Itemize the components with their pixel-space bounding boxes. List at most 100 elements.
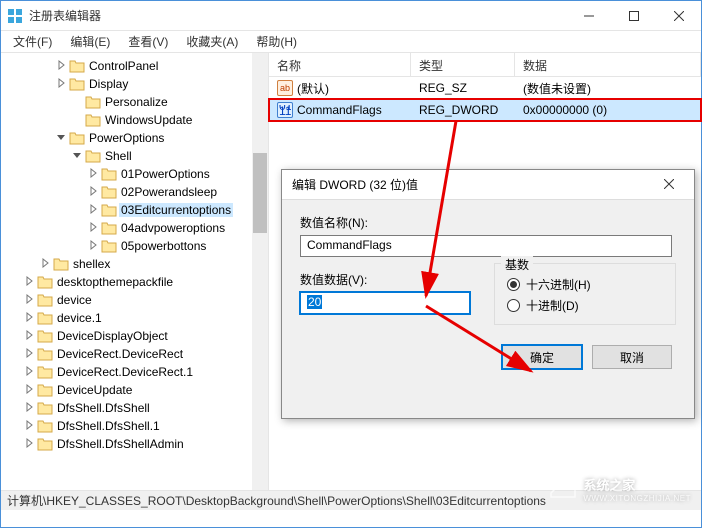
value-name-input[interactable]: CommandFlags: [300, 235, 672, 257]
menu-view[interactable]: 查看(V): [120, 31, 176, 52]
tree-item[interactable]: PowerOptions: [5, 129, 268, 147]
tree-item[interactable]: ControlPanel: [5, 57, 268, 75]
minimize-icon: [584, 11, 594, 21]
tree-item-label: 03Editcurrentoptions: [119, 203, 233, 217]
tree-item-label: Shell: [103, 149, 134, 163]
menu-edit[interactable]: 编辑(E): [62, 31, 118, 52]
radio-hex[interactable]: [507, 278, 520, 291]
tree-item[interactable]: DeviceRect.DeviceRect: [5, 345, 268, 363]
menu-file[interactable]: 文件(F): [5, 31, 60, 52]
tree-item[interactable]: Shell: [5, 147, 268, 165]
maximize-button[interactable]: [611, 1, 656, 31]
list-row[interactable]: 011110CommandFlagsREG_DWORD0x00000000 (0…: [269, 99, 701, 121]
tree-item-label: DeviceUpdate: [55, 383, 134, 397]
tree-item[interactable]: DeviceDisplayObject: [5, 327, 268, 345]
folder-icon: [37, 329, 53, 343]
minimize-button[interactable]: [566, 1, 611, 31]
value-data-input[interactable]: 20: [300, 292, 470, 314]
list-header: 名称 类型 数据: [269, 53, 701, 77]
tree-item[interactable]: WindowsUpdate: [5, 111, 268, 129]
tree-toggle-icon[interactable]: [21, 438, 37, 451]
tree-toggle-icon[interactable]: [21, 402, 37, 415]
tree-item[interactable]: DfsShell.DfsShell: [5, 399, 268, 417]
tree-item[interactable]: device: [5, 291, 268, 309]
folder-icon: [101, 185, 117, 199]
tree-item[interactable]: 05powerbottons: [5, 237, 268, 255]
tree-item-label: 02Powerandsleep: [119, 185, 219, 199]
tree-scrollbar[interactable]: [252, 53, 268, 490]
tree-item[interactable]: 01PowerOptions: [5, 165, 268, 183]
radio-hex-label: 十六进制(H): [526, 276, 591, 293]
value-list[interactable]: ab(默认)REG_SZ(数值未设置)011110CommandFlagsREG…: [269, 77, 701, 121]
tree-item[interactable]: DfsShell.DfsShell.1: [5, 417, 268, 435]
tree-toggle-icon[interactable]: [85, 204, 101, 217]
menu-help[interactable]: 帮助(H): [248, 31, 305, 52]
value-data: (数值未设置): [523, 80, 591, 97]
folder-icon: [101, 221, 117, 235]
folder-icon: [53, 257, 69, 271]
radio-dec[interactable]: [507, 299, 520, 312]
folder-icon: [69, 59, 85, 73]
cancel-button[interactable]: 取消: [592, 345, 672, 369]
ok-button[interactable]: 确定: [502, 345, 582, 369]
tree-item[interactable]: desktopthemepackfile: [5, 273, 268, 291]
tree-toggle-icon[interactable]: [21, 384, 37, 397]
tree-item[interactable]: DfsShell.DfsShellAdmin: [5, 435, 268, 453]
radio-dec-label: 十进制(D): [526, 297, 579, 314]
menu-favorites[interactable]: 收藏夹(A): [178, 31, 246, 52]
tree-toggle-icon[interactable]: [85, 186, 101, 199]
folder-icon: [101, 239, 117, 253]
tree-item[interactable]: shellex: [5, 255, 268, 273]
tree-toggle-icon[interactable]: [37, 258, 53, 271]
tree-item[interactable]: 03Editcurrentoptions: [5, 201, 268, 219]
value-data: 0x00000000 (0): [523, 103, 607, 117]
tree-item[interactable]: Display: [5, 75, 268, 93]
tree-item-label: 05powerbottons: [119, 239, 208, 253]
tree-toggle-icon[interactable]: [21, 420, 37, 433]
base-radio-group: 基数 十六进制(H) 十进制(D): [494, 263, 676, 325]
close-icon: [664, 179, 674, 189]
tree-item[interactable]: 02Powerandsleep: [5, 183, 268, 201]
folder-icon: [69, 77, 85, 91]
tree-toggle-icon[interactable]: [21, 330, 37, 343]
close-button[interactable]: [656, 1, 701, 31]
tree-item[interactable]: DeviceRect.DeviceRect.1: [5, 363, 268, 381]
tree-item[interactable]: device.1: [5, 309, 268, 327]
tree-item[interactable]: Personalize: [5, 93, 268, 111]
col-type[interactable]: 类型: [411, 53, 515, 76]
tree-item[interactable]: DeviceUpdate: [5, 381, 268, 399]
tree-toggle-icon[interactable]: [21, 276, 37, 289]
col-data[interactable]: 数据: [515, 53, 701, 76]
tree-toggle-icon[interactable]: [53, 132, 69, 145]
watermark-text: 系统之家: [583, 475, 691, 494]
tree-toggle-icon[interactable]: [85, 222, 101, 235]
tree-toggle-icon[interactable]: [21, 348, 37, 361]
titlebar: 注册表编辑器: [1, 1, 701, 31]
tree-toggle-icon[interactable]: [85, 168, 101, 181]
tree-item-label: device: [55, 293, 94, 307]
dialog-title: 编辑 DWORD (32 位)值: [292, 176, 654, 193]
col-name[interactable]: 名称: [269, 53, 411, 76]
tree-item-label: DeviceRect.DeviceRect: [55, 347, 185, 361]
tree-item-label: ControlPanel: [87, 59, 160, 73]
dialog-close-button[interactable]: [654, 178, 684, 192]
tree-item-label: device.1: [55, 311, 104, 325]
tree-toggle-icon[interactable]: [21, 312, 37, 325]
watermark: 系统之家 WWW.XITONGZHIJIA.NET: [549, 475, 691, 503]
tree-toggle-icon[interactable]: [85, 240, 101, 253]
radio-hex-row[interactable]: 十六进制(H): [507, 276, 663, 293]
tree-item[interactable]: 04advpoweroptions: [5, 219, 268, 237]
folder-icon: [37, 365, 53, 379]
radio-dec-row[interactable]: 十进制(D): [507, 297, 663, 314]
list-row[interactable]: ab(默认)REG_SZ(数值未设置): [269, 77, 701, 99]
folder-icon: [37, 293, 53, 307]
folder-icon: [101, 203, 117, 217]
tree-toggle-icon[interactable]: [53, 60, 69, 73]
tree-item-label: Personalize: [103, 95, 170, 109]
tree-toggle-icon[interactable]: [53, 78, 69, 91]
tree-toggle-icon[interactable]: [21, 366, 37, 379]
registry-tree[interactable]: ControlPanel Display Personalize WindowsUpd…: [1, 57, 268, 453]
scrollbar-thumb[interactable]: [253, 153, 267, 233]
tree-toggle-icon[interactable]: [69, 150, 85, 163]
tree-toggle-icon[interactable]: [21, 294, 37, 307]
